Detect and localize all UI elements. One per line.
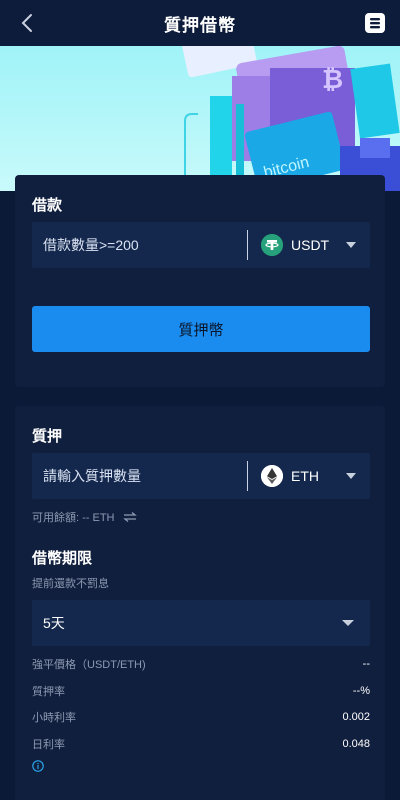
loan-amount-input[interactable]: 借款數量>=200 [32,235,247,255]
daily-rate-value: 0.048 [342,738,370,750]
usdt-icon [261,234,283,256]
loan-term-select[interactable]: 5天 [32,600,370,646]
pledge-rate-row: 質押率 --% [32,682,370,700]
crypto-illustration: ₿ bitcoin [182,46,400,191]
pledge-rate-label: 質押率 [32,686,65,698]
promo-banner: ₿ bitcoin [0,46,400,191]
liquidation-price-row: 強平價格（USDT/ETH) -- [32,655,370,673]
loan-amount-field: 借款數量>=200 USDT [32,222,370,268]
hourly-rate-row: 小時利率 0.002 [32,708,370,726]
top-nav-bar: 質押借幣 [0,0,400,46]
pledge-coin-select[interactable]: ETH [248,453,370,499]
loan-term-title: 借幣期限 [32,550,93,567]
chevron-down-icon [346,242,356,248]
loan-coin-select[interactable]: USDT [248,222,370,268]
available-balance-text: 可用餘額: -- ETH [32,512,115,524]
pledge-card: 質押 請輸入質押數量 ETH 可用餘額: -- ETH 借幣期限 提前還款不罰息 [15,406,385,800]
page-title: 質押借幣 [164,15,236,35]
hourly-rate-label: 小時利率 [32,712,76,724]
loan-term-value: 5天 [43,615,65,631]
chevron-down-icon [342,620,354,626]
pledge-coin-name: ETH [291,468,319,484]
hourly-rate-value: 0.002 [342,711,370,723]
daily-rate-label: 日利率 [32,739,65,751]
loan-coin-name: USDT [291,237,330,253]
info-icon[interactable] [32,759,44,772]
available-balance: 可用餘額: -- ETH [32,509,137,525]
swap-icon[interactable] [122,512,137,522]
pledge-section-title: 質押 [32,428,63,445]
chevron-left-icon [21,14,32,32]
daily-rate-row: 日利率 0.048 [32,735,370,753]
loan-term-subtitle: 提前還款不罰息 [32,578,109,590]
document-list-icon [365,13,385,33]
order-history-button[interactable] [364,12,386,34]
svg-text:₿: ₿ [322,64,343,94]
back-button[interactable] [14,10,40,36]
loan-section-title: 借款 [32,197,63,214]
loan-card: 借款 借款數量>=200 USDT 質押幣 [15,175,385,387]
pledge-rate-value: --% [352,685,370,697]
pledge-amount-field: 請輸入質押數量 ETH [32,453,370,499]
chevron-down-icon [346,473,356,479]
pledge-coin-button[interactable]: 質押幣 [32,306,370,352]
eth-icon [261,465,283,487]
liquidation-price-label: 強平價格（USDT/ETH) [32,659,146,671]
pledge-amount-input[interactable]: 請輸入質押數量 [32,466,247,486]
liquidation-price-value: -- [362,658,370,670]
